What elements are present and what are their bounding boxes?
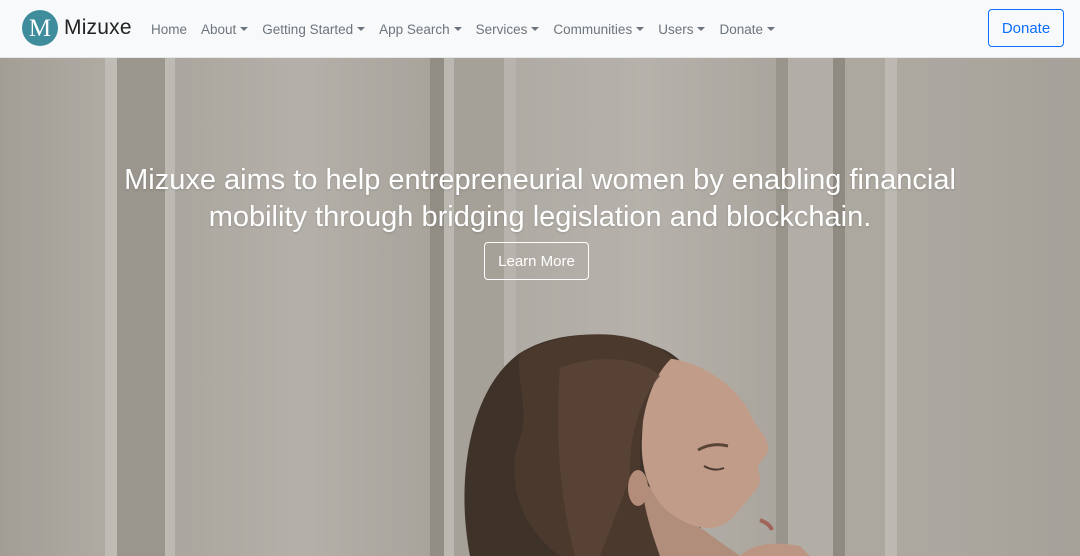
nav-item-users[interactable]: Users <box>651 22 712 37</box>
caret-down-icon <box>636 27 645 31</box>
nav-item-label: Communities <box>553 21 633 37</box>
nav-links: Home About Getting Started App Search Se… <box>144 0 782 58</box>
nav-item-label: Home <box>151 21 188 37</box>
nav-item-label: App Search <box>379 21 450 37</box>
top-navbar: M Mizuxe Home About Getting Started App … <box>0 0 1080 58</box>
hero-headline: Mizuxe aims to help entrepreneurial wome… <box>0 162 1080 236</box>
nav-item-label: Getting Started <box>262 21 354 37</box>
caret-down-icon <box>453 27 462 31</box>
learn-more-button[interactable]: Learn More <box>484 242 589 280</box>
brand-logo-icon: M <box>22 10 58 46</box>
nav-item-label: Users <box>658 21 694 37</box>
caret-down-icon <box>357 27 366 31</box>
nav-item-label: Services <box>475 21 528 37</box>
nav-item-app-search[interactable]: App Search <box>372 22 469 37</box>
donate-button[interactable]: Donate <box>988 9 1064 47</box>
nav-item-services[interactable]: Services <box>469 22 547 37</box>
hero-headline-line-1: Mizuxe aims to help entrepreneurial wome… <box>124 164 956 196</box>
caret-down-icon <box>240 27 249 31</box>
nav-item-label: About <box>201 21 237 37</box>
nav-item-about[interactable]: About <box>194 22 255 37</box>
hero-headline-line-2: mobility through bridging legislation an… <box>208 201 872 233</box>
nav-item-communities[interactable]: Communities <box>546 22 651 37</box>
caret-down-icon <box>767 27 776 31</box>
nav-item-donate[interactable]: Donate <box>712 22 782 37</box>
nav-item-getting-started[interactable]: Getting Started <box>255 22 372 37</box>
brand-name: Mizuxe <box>64 16 132 39</box>
nav-item-label: Donate <box>719 21 764 37</box>
nav-item-home[interactable]: Home <box>144 22 194 37</box>
hero-section: Mizuxe aims to help entrepreneurial wome… <box>0 58 1080 556</box>
caret-down-icon <box>531 27 540 31</box>
brand-link[interactable]: M Mizuxe <box>22 10 132 46</box>
caret-down-icon <box>697 27 706 31</box>
